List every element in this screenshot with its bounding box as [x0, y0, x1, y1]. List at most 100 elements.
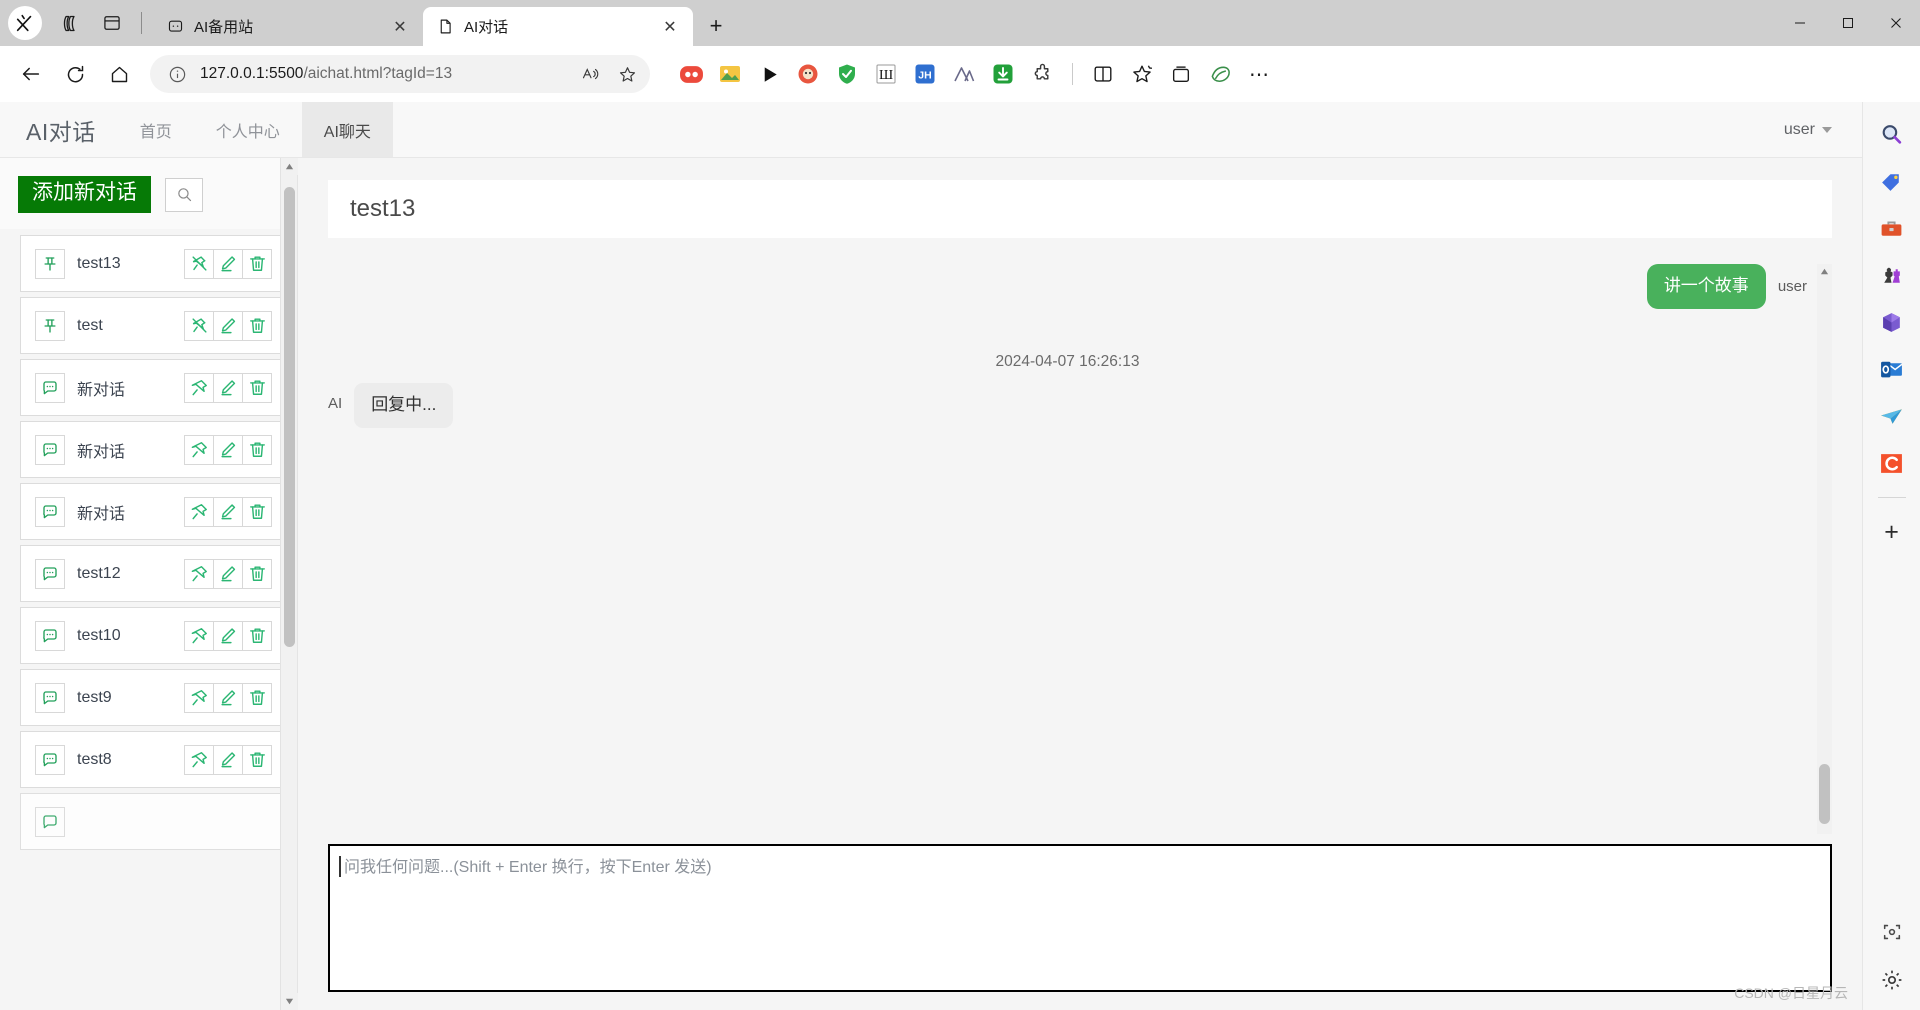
browser-tab-1[interactable]: AI对话 ✕	[423, 7, 693, 46]
pin-icon[interactable]	[184, 744, 214, 775]
edit-icon[interactable]	[213, 682, 243, 713]
nav-item-aichat[interactable]: AI聊天	[301, 102, 393, 157]
site-info-icon[interactable]	[164, 61, 190, 87]
sidebar-scroll-track[interactable]	[281, 175, 298, 993]
browser-essentials-icon[interactable]	[1203, 57, 1237, 91]
microsoft365-icon[interactable]	[1870, 300, 1914, 344]
conversation-item-test13[interactable]: test13	[20, 235, 281, 293]
sidebar-scrollbar[interactable]	[280, 158, 298, 1010]
toolbar-separator	[1072, 63, 1073, 85]
chat-bubble-icon	[35, 744, 65, 775]
sidebar-scroll-thumb[interactable]	[283, 187, 295, 647]
conversation-item-test10[interactable]: test10	[20, 607, 281, 665]
delete-icon[interactable]	[242, 372, 272, 403]
delete-icon[interactable]	[242, 744, 272, 775]
delete-icon[interactable]	[242, 682, 272, 713]
edit-icon[interactable]	[213, 372, 243, 403]
edit-icon[interactable]	[213, 620, 243, 651]
conversation-item-test[interactable]: test	[20, 297, 281, 355]
screenshot-icon[interactable]	[1870, 910, 1914, 954]
delete-icon[interactable]	[242, 620, 272, 651]
conversation-item-partial[interactable]	[20, 793, 281, 851]
close-window-button[interactable]	[1872, 0, 1920, 46]
shield-extension-icon[interactable]	[830, 57, 864, 91]
outlook-icon[interactable]	[1870, 347, 1914, 391]
nav-item-home[interactable]: 首页	[118, 102, 194, 157]
edge-copilot-logo-icon[interactable]	[8, 6, 42, 40]
edit-icon[interactable]	[213, 558, 243, 589]
delete-icon[interactable]	[242, 496, 272, 527]
conversation-item-test8[interactable]: test8	[20, 731, 281, 789]
pin-icon[interactable]	[184, 434, 214, 465]
delete-icon[interactable]	[242, 558, 272, 589]
shopping-tag-icon[interactable]	[1870, 159, 1914, 203]
chat-scroll-thumb[interactable]	[1819, 764, 1830, 824]
scroll-up-arrow-icon[interactable]	[280, 158, 298, 175]
address-bar[interactable]: 127.0.0.1:5500/aichat.html?tagId=13	[150, 55, 650, 93]
conversation-item-3[interactable]: 新对话	[20, 421, 281, 479]
delete-icon[interactable]	[242, 434, 272, 465]
telegram-icon[interactable]	[1870, 394, 1914, 438]
vertical-tabs-icon[interactable]	[92, 4, 132, 42]
browser-tab-0[interactable]: AI备用站 ✕	[153, 7, 423, 46]
split-screen-icon[interactable]	[1086, 57, 1120, 91]
scroll-down-arrow-icon[interactable]	[280, 993, 298, 1010]
read-aloud-icon[interactable]	[578, 61, 604, 87]
chat-scroll-up-arrow-icon[interactable]	[1817, 264, 1832, 279]
favorite-star-icon[interactable]	[614, 61, 640, 87]
settings-gear-icon[interactable]	[1870, 958, 1914, 1002]
delete-icon[interactable]	[242, 310, 272, 341]
pin-icon[interactable]	[184, 558, 214, 589]
pin-icon[interactable]	[184, 496, 214, 527]
add-new-conversation-button[interactable]: 添加新对话	[18, 176, 151, 214]
unpin-icon[interactable]	[184, 248, 214, 279]
unpin-icon[interactable]	[184, 310, 214, 341]
home-button[interactable]	[98, 53, 140, 95]
conversation-item-2[interactable]: 新对话	[20, 359, 281, 417]
back-button[interactable]	[10, 53, 52, 95]
message-input[interactable]: 问我任何问题...(Shift + Enter 换行，按下Enter 发送)	[328, 844, 1832, 992]
tab-close-icon[interactable]: ✕	[657, 14, 683, 40]
edit-icon[interactable]	[213, 496, 243, 527]
ublock-extension-icon[interactable]: Ш	[869, 57, 903, 91]
conversation-item-test12[interactable]: test12	[20, 545, 281, 603]
jh-extension-icon[interactable]: JH	[908, 57, 942, 91]
edit-icon[interactable]	[213, 744, 243, 775]
pin-icon[interactable]	[184, 682, 214, 713]
conversation-item-test9[interactable]: test9	[20, 669, 281, 727]
collections-icon[interactable]	[1164, 57, 1198, 91]
url-path: /aichat.html?tagId=13	[303, 65, 453, 82]
image-extension-icon[interactable]	[713, 57, 747, 91]
more-options-icon[interactable]: ⋯	[1242, 57, 1276, 91]
pin-icon[interactable]	[184, 620, 214, 651]
refresh-button[interactable]	[54, 53, 96, 95]
user-menu[interactable]: user	[1784, 102, 1862, 157]
emoji-extension-icon[interactable]	[791, 57, 825, 91]
download-extension-icon[interactable]	[986, 57, 1020, 91]
games-icon[interactable]	[1870, 253, 1914, 297]
dots-extension-icon[interactable]	[674, 57, 708, 91]
favorites-icon[interactable]	[1125, 57, 1159, 91]
edit-icon[interactable]	[213, 434, 243, 465]
app-c-icon[interactable]	[1870, 441, 1914, 485]
tab-close-icon[interactable]: ✕	[387, 14, 413, 40]
chat-scrollbar[interactable]	[1817, 264, 1832, 834]
conversation-actions	[184, 496, 272, 527]
arc-extension-icon[interactable]	[947, 57, 981, 91]
nav-item-profile[interactable]: 个人中心	[194, 102, 302, 157]
tools-icon[interactable]	[1870, 206, 1914, 250]
pin-icon[interactable]	[184, 372, 214, 403]
search-icon[interactable]	[1870, 112, 1914, 156]
add-app-button[interactable]: +	[1870, 510, 1914, 554]
delete-icon[interactable]	[242, 248, 272, 279]
puzzle-extension-icon[interactable]	[1025, 57, 1059, 91]
search-input[interactable]	[165, 177, 203, 212]
play-extension-icon[interactable]	[752, 57, 786, 91]
edit-icon[interactable]	[213, 248, 243, 279]
edit-icon[interactable]	[213, 310, 243, 341]
maximize-button[interactable]	[1824, 0, 1872, 46]
tab-copy-icon[interactable]	[50, 4, 90, 42]
minimize-button[interactable]	[1776, 0, 1824, 46]
conversation-item-4[interactable]: 新对话	[20, 483, 281, 541]
new-tab-button[interactable]: +	[699, 9, 733, 43]
